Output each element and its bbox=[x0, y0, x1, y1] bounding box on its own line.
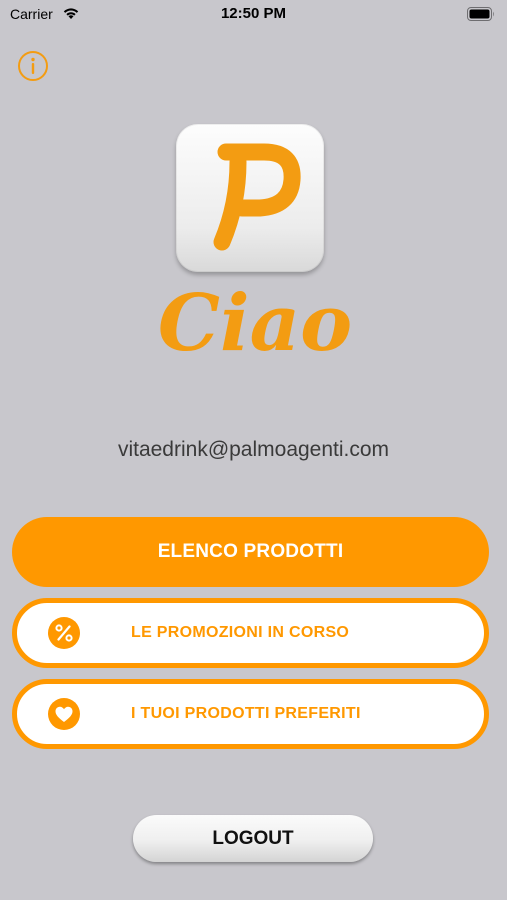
svg-text:Ciao: Ciao bbox=[158, 278, 352, 369]
status-bar: Carrier 12:50 PM bbox=[0, 0, 507, 30]
promotions-label: LE PROMOZIONI IN CORSO bbox=[131, 624, 350, 641]
battery-icon bbox=[467, 7, 494, 21]
percent-icon bbox=[48, 617, 80, 649]
heart-icon bbox=[48, 698, 80, 730]
logout-label: LOGOUT bbox=[212, 827, 294, 849]
logout-button[interactable]: LOGOUT bbox=[133, 815, 373, 862]
logo-letter-p bbox=[213, 143, 301, 251]
favorites-button[interactable]: I TUOI PRODOTTI PREFERITI bbox=[12, 679, 489, 749]
products-list-label: ELENCO PRODOTTI bbox=[157, 541, 344, 562]
greeting-text: Ciao bbox=[158, 278, 352, 369]
favorites-label: I TUOI PRODOTTI PREFERITI bbox=[131, 705, 361, 722]
promotions-button[interactable]: LE PROMOZIONI IN CORSO bbox=[12, 598, 489, 668]
app-logo bbox=[176, 124, 324, 272]
products-list-button[interactable]: ELENCO PRODOTTI bbox=[12, 517, 489, 587]
status-time: 12:50 PM bbox=[220, 5, 287, 22]
user-email: vitaedrink@palmoagenti.com bbox=[117, 438, 390, 461]
info-icon[interactable] bbox=[17, 50, 49, 82]
